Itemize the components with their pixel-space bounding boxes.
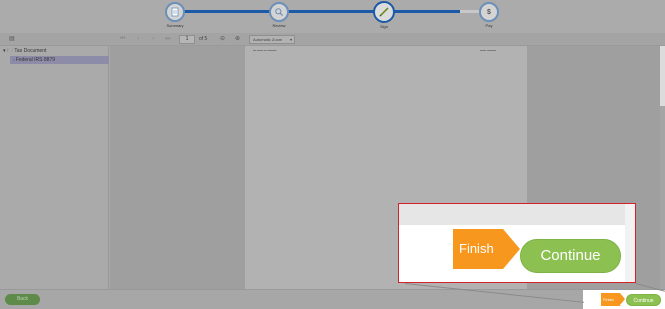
zoom-out-icon[interactable]: ⊖ [220, 36, 225, 43]
step-review-label: Review [272, 23, 286, 28]
tree-item-label: Federal IRS 8879 [15, 57, 56, 63]
tree-item-label: Tax Document [14, 48, 47, 54]
step-pay-label: Pay [485, 23, 493, 28]
step-sign[interactable]: Sign [354, 1, 414, 29]
page-text-fragment: ▬ ▬▬ ▬ ▬▬▬ [253, 48, 277, 52]
progress-track-complete [172, 10, 488, 13]
first-page-icon[interactable]: ⏮ [120, 36, 125, 43]
chevron-down-icon: ▾ [289, 37, 292, 42]
tree-item-tax-document[interactable]: ▾ 🗁 Tax Document [3, 48, 46, 56]
zoom-select[interactable]: Automatic Zoom ▾ [249, 35, 295, 44]
step-pay[interactable]: $ Pay [459, 2, 519, 28]
page-text-fragment: ▬▬ ▬▬▬ [480, 48, 496, 52]
finish-marker-small: Finish [601, 293, 625, 306]
scrollbar-thumb[interactable] [660, 46, 665, 106]
zoom-callout: Finish Continue [398, 203, 636, 283]
document-icon [165, 2, 185, 22]
step-review[interactable]: Review [249, 2, 309, 28]
callout-scrollbar [625, 204, 635, 282]
step-summary-label: Summary [166, 23, 184, 28]
sidebar-toggle-icon[interactable]: ▤ [9, 36, 15, 43]
step-summary[interactable]: Summary [145, 2, 205, 28]
back-button[interactable]: Back [5, 294, 40, 305]
zoom-in-icon[interactable]: ⊕ [235, 36, 240, 43]
pdf-toolbar: ▤ ⏮ ‹ › ⏭ 1 of 5 ⊖ ⊕ Automatic Zoom ▾ [0, 33, 665, 46]
dollar-icon: $ [479, 2, 499, 22]
next-page-icon[interactable]: › [152, 36, 154, 43]
page-number-input[interactable]: 1 [179, 35, 195, 44]
document-icon: ▫ [13, 57, 15, 62]
previous-page-icon[interactable]: ‹ [137, 36, 139, 43]
magnifier-icon [269, 2, 289, 22]
document-outline: ▾ 🗁 Tax Document ▫ Federal IRS 8879 [0, 46, 109, 289]
page-count: of 5 [199, 36, 208, 42]
step-sign-label: Sign [379, 24, 388, 29]
last-page-icon[interactable]: ⏭ [165, 36, 170, 43]
zoom-select-value: Automatic Zoom [253, 37, 283, 42]
progress-stepper: Summary Review Sign $ Pay [0, 0, 665, 33]
callout-header [399, 204, 625, 225]
chevron-down-icon: ▾ [3, 48, 6, 54]
viewer-scrollbar[interactable] [660, 46, 665, 289]
continue-button[interactable]: Continue [626, 294, 661, 306]
finish-marker: Finish [453, 229, 520, 269]
bottom-actions: Finish Continue [583, 290, 665, 309]
folder-icon: 🗁 [6, 48, 14, 54]
continue-button-zoomed[interactable]: Continue [520, 239, 621, 273]
pen-icon [373, 1, 395, 23]
tree-item-federal-irs-8879[interactable]: ▫ Federal IRS 8879 [10, 56, 109, 64]
